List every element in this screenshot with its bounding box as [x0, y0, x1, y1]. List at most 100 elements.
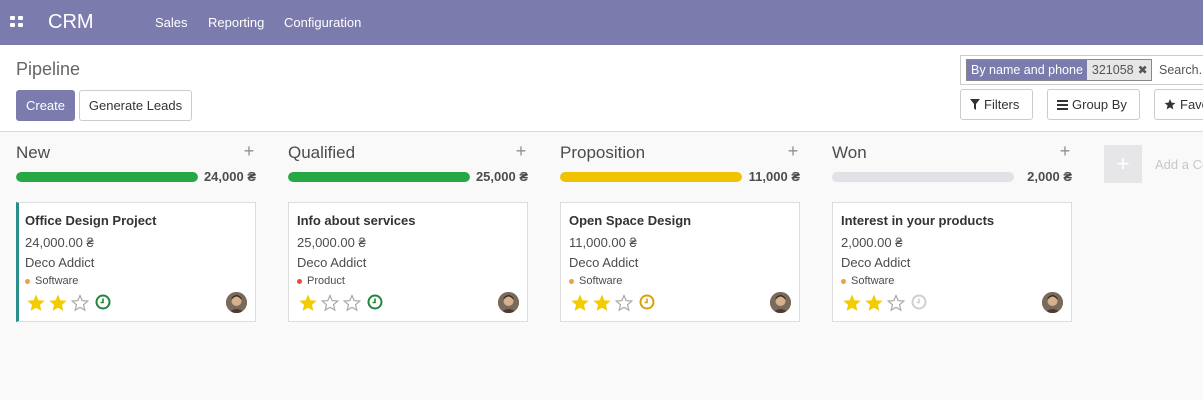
search-input[interactable]	[1159, 60, 1203, 80]
tag-dot	[841, 278, 846, 284]
create-button[interactable]: Create	[16, 90, 75, 121]
card-title: Office Design Project	[25, 213, 157, 228]
column-total: 11,000 ₴	[748, 169, 800, 184]
column-total: 24,000 ₴	[203, 169, 256, 184]
kanban-card[interactable]: Info about services 25,000.00 ₴ Deco Add…	[288, 202, 528, 322]
card-title: Open Space Design	[569, 213, 692, 228]
star-filled-icon[interactable]	[25, 293, 47, 313]
facet-remove-icon[interactable]: ✖	[1138, 63, 1148, 77]
avatar[interactable]	[770, 292, 791, 313]
quick-create-plus-icon[interactable]: +	[242, 141, 256, 161]
star-filled-icon[interactable]	[841, 293, 863, 313]
kanban-card[interactable]: Interest in your products 2,000.00 ₴ Dec…	[832, 202, 1072, 322]
tag-label: Software	[579, 275, 623, 287]
column-total: 2,000 ₴	[1027, 169, 1072, 184]
column-title[interactable]: New	[16, 143, 50, 163]
column-progress-bar[interactable]	[560, 172, 742, 182]
favorites-button[interactable]: Favorites	[1154, 89, 1203, 120]
filter-icon	[970, 99, 980, 110]
column-title[interactable]: Qualified	[288, 143, 355, 163]
avatar[interactable]	[1042, 292, 1063, 313]
star-filled-icon[interactable]	[591, 293, 613, 313]
star-filled-icon[interactable]	[863, 293, 885, 313]
card-amount: 25,000.00 ₴	[297, 235, 366, 250]
activity-clock-icon[interactable]	[911, 294, 927, 310]
facet-value-wrapper: 321058 ✖	[1086, 60, 1151, 80]
column-title[interactable]: Proposition	[560, 143, 645, 163]
star-empty-icon[interactable]	[613, 293, 635, 313]
priority-stars	[569, 293, 635, 313]
tag-label: Product	[307, 275, 345, 287]
plus-icon: +	[1116, 151, 1130, 176]
tag-label: Software	[35, 275, 79, 287]
activity-clock-icon[interactable]	[367, 294, 383, 310]
add-column-button[interactable]: +	[1104, 145, 1142, 183]
star-empty-icon[interactable]	[885, 293, 907, 313]
card-amount: 11,000.00 ₴	[569, 235, 637, 250]
menu-sales[interactable]: Sales	[155, 15, 188, 30]
card-amount: 2,000.00 ₴	[841, 235, 903, 250]
card-partner: Deco Addict	[569, 255, 639, 270]
kanban-column-new: New + 24,000 ₴ Office Design Project 24,…	[16, 132, 256, 400]
card-amount: 24,000.00 ₴	[25, 235, 94, 250]
progress-fill	[16, 172, 198, 182]
kanban-card[interactable]: Office Design Project 24,000.00 ₴ Deco A…	[16, 202, 256, 322]
card-partner: Deco Addict	[25, 255, 95, 270]
tag-dot	[297, 278, 302, 284]
bars-icon	[1057, 100, 1068, 110]
card-title: Interest in your products	[841, 213, 995, 228]
facet-category: By name and phone	[967, 60, 1087, 80]
menu-configuration[interactable]: Configuration	[284, 15, 361, 30]
add-column-label[interactable]: Add a Column	[1155, 157, 1203, 172]
filters-label: Filters	[984, 97, 1020, 112]
activity-clock-icon[interactable]	[639, 294, 655, 310]
priority-stars	[841, 293, 907, 313]
tag-dot	[569, 278, 574, 284]
priority-stars	[297, 293, 363, 313]
star-filled-icon[interactable]	[569, 293, 591, 313]
apps-menu-icon[interactable]	[10, 16, 23, 27]
kanban-column-proposition: Proposition + 11,000 ₴ Open Space Design…	[560, 132, 800, 400]
quick-create-plus-icon[interactable]: +	[786, 141, 800, 161]
generate-leads-button[interactable]: Generate Leads	[79, 90, 192, 121]
progress-fill	[560, 172, 742, 182]
kanban-column-won: Won + 2,000 ₴ Interest in your products …	[832, 132, 1072, 400]
quick-create-plus-icon[interactable]: +	[1058, 141, 1072, 161]
column-progress-bar[interactable]	[832, 172, 1014, 182]
card-partner: Deco Addict	[297, 255, 367, 270]
group-by-button[interactable]: Group By	[1047, 89, 1140, 120]
breadcrumb: Pipeline	[16, 59, 81, 79]
search-bar: By name and phone 321058 ✖	[960, 55, 1203, 85]
activity-clock-icon[interactable]	[95, 294, 111, 310]
tag-label: Software	[851, 275, 895, 287]
facet-value: 321058	[1091, 63, 1134, 77]
card-tag: Product	[297, 274, 345, 288]
column-title[interactable]: Won	[832, 143, 867, 163]
star-filled-icon[interactable]	[297, 293, 319, 313]
card-tag: Software	[25, 274, 78, 288]
column-total: 25,000 ₴	[475, 169, 528, 184]
star-empty-icon[interactable]	[69, 293, 91, 313]
group-by-label: Group By	[1072, 97, 1127, 112]
menu-reporting[interactable]: Reporting	[208, 15, 264, 30]
star-icon	[1164, 99, 1176, 110]
avatar[interactable]	[498, 292, 519, 313]
app-brand[interactable]: CRM	[48, 11, 94, 33]
star-empty-icon[interactable]	[341, 293, 363, 313]
quick-create-plus-icon[interactable]: +	[514, 141, 528, 161]
card-title: Info about services	[297, 213, 416, 228]
control-panel: Pipeline Create Generate Leads By name a…	[0, 45, 1203, 132]
avatar[interactable]	[226, 292, 247, 313]
card-partner: Deco Addict	[841, 255, 911, 270]
tag-dot	[25, 278, 30, 284]
search-facet: By name and phone 321058 ✖	[966, 59, 1152, 81]
kanban-card[interactable]: Open Space Design 11,000.00 ₴ Deco Addic…	[560, 202, 800, 322]
progress-fill	[288, 172, 470, 182]
favorites-label: Favorites	[1180, 97, 1203, 112]
star-empty-icon[interactable]	[319, 293, 341, 313]
column-progress-bar[interactable]	[16, 172, 198, 182]
star-filled-icon[interactable]	[47, 293, 69, 313]
card-tag: Software	[569, 274, 622, 288]
filters-button[interactable]: Filters	[960, 89, 1033, 120]
column-progress-bar[interactable]	[288, 172, 470, 182]
